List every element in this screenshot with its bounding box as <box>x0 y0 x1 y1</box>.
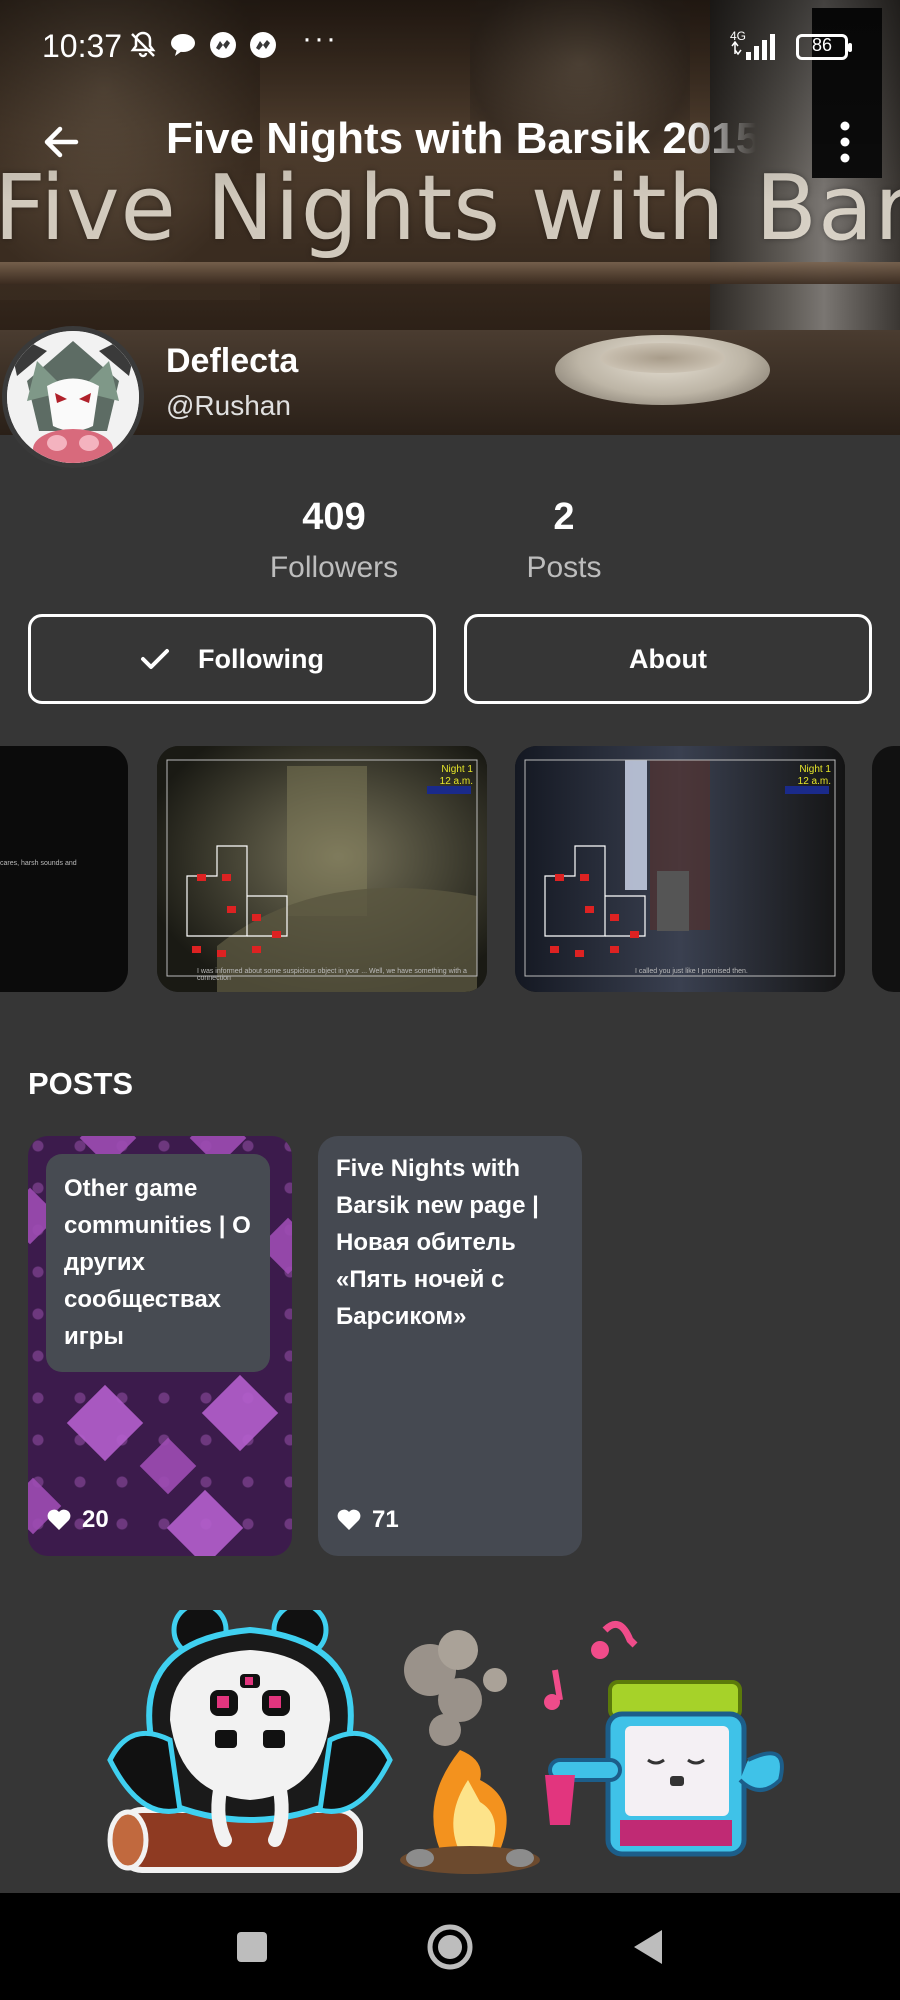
circle-icon <box>427 1924 473 1970</box>
followers-count: 409 <box>302 496 366 538</box>
posts-stat[interactable]: 2 Posts <box>464 496 664 585</box>
back-nav-button[interactable] <box>618 1917 678 1977</box>
heart-icon <box>337 1509 361 1530</box>
battery-level: 86 <box>811 35 833 55</box>
following-label: Following <box>198 643 324 674</box>
gallery-caption: cares, harsh sounds and <box>0 860 77 867</box>
bell-off-icon <box>128 30 158 60</box>
messenger-icon <box>248 30 278 60</box>
page-title: Five Nights with Barsik 2015 <box>166 114 756 163</box>
square-icon <box>237 1932 267 1962</box>
gallery-item[interactable]: cares, harsh sounds and <box>0 746 128 992</box>
network-type: 4G <box>730 29 746 43</box>
avatar[interactable] <box>2 326 144 468</box>
posts-label: Posts <box>526 551 602 584</box>
gallery-night-label: Night 1 <box>441 764 473 775</box>
signal-icon: 4G <box>728 28 786 62</box>
checkmark-icon <box>141 649 169 669</box>
gallery-item[interactable]: Night 1 12 a.m. I was informed about som… <box>157 746 487 992</box>
post-likes-count: 20 <box>82 1506 109 1533</box>
battery-icon: 86 <box>796 34 852 60</box>
svg-text:12 a.m.: 12 a.m. <box>798 776 831 787</box>
gallery-caption: I was informed about some suspicious obj… <box>197 968 467 982</box>
profile-handle: @Rushan <box>166 390 291 421</box>
svg-text:12 a.m.: 12 a.m. <box>440 776 473 787</box>
followers-stat[interactable]: 409 Followers <box>234 496 434 585</box>
post-likes-count: 71 <box>372 1506 399 1533</box>
empty-state-illustration <box>100 1601 800 1890</box>
post-title: Five Nights with Barsik new page | Новая… <box>336 1155 539 1330</box>
campfire-sticker <box>400 1630 540 1874</box>
chat-bubble-icon <box>168 30 198 60</box>
back-button[interactable] <box>36 116 88 168</box>
more-notifications: ··· <box>302 22 338 55</box>
following-button[interactable]: Following <box>28 614 436 704</box>
posts-count: 2 <box>553 496 575 538</box>
post-card[interactable]: Five Nights with Barsik new page | Новая… <box>318 1136 582 1556</box>
gallery-item[interactable] <box>872 746 900 992</box>
profile-name: Deflecta <box>166 342 299 380</box>
status-bar: 10:37 ··· 4G 86 <box>0 0 900 96</box>
home-button[interactable] <box>420 1917 480 1977</box>
status-time: 10:37 <box>42 28 123 64</box>
gallery-caption: I called you just like I promised then. <box>635 968 748 975</box>
arrow-left-icon <box>44 126 79 158</box>
about-button[interactable]: About <box>464 614 872 704</box>
post-likes: 71 <box>336 1506 399 1534</box>
post-title: Other game communities | О других сообще… <box>64 1175 251 1350</box>
svg-text:Night 1: Night 1 <box>799 764 831 775</box>
more-vertical-icon <box>840 121 850 163</box>
messenger-icon <box>208 30 238 60</box>
posts-heading: POSTS <box>28 1066 134 1101</box>
heart-icon <box>47 1509 71 1530</box>
more-options-button[interactable] <box>830 118 860 168</box>
recent-apps-button[interactable] <box>222 1917 282 1977</box>
panda-sticker <box>107 1601 393 1847</box>
post-card[interactable]: Other game communities | О других сообще… <box>28 1136 292 1556</box>
followers-label: Followers <box>269 551 399 584</box>
triangle-back-icon <box>634 1930 662 1964</box>
post-likes: 20 <box>46 1506 109 1534</box>
gallery-item[interactable]: Night 1 12 a.m. I called you just like I… <box>515 746 845 992</box>
about-label: About <box>629 643 707 674</box>
jam-jar-sticker <box>544 1620 784 1857</box>
system-nav-bar <box>0 1893 900 2000</box>
